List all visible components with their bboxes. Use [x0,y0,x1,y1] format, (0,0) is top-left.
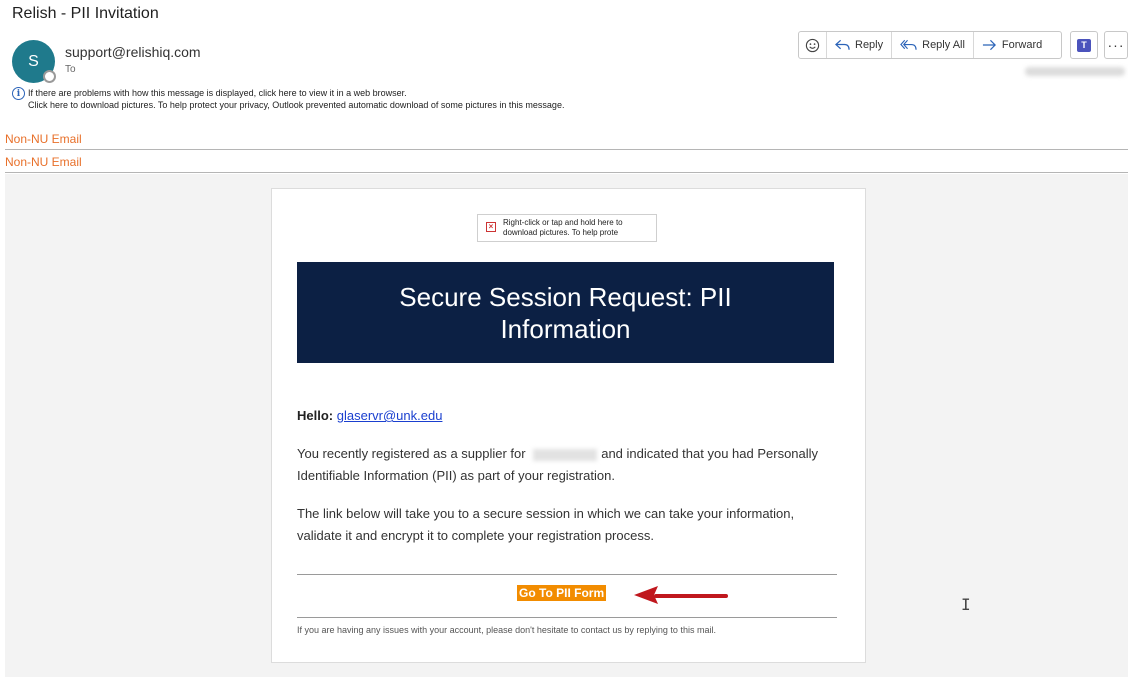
reply-all-label: Reply All [922,39,965,51]
reply-button[interactable]: Reply [827,32,893,58]
more-options-icon: ··· [1107,37,1125,53]
avatar-initial: S [28,52,39,70]
forward-arrow-icon [982,39,996,51]
secure-session-paragraph: The link below will take you to a secure… [297,506,795,543]
red-arrow-icon [634,586,728,604]
forward-button[interactable]: Forward [974,32,1050,58]
registration-paragraph: You recently registered as a supplier fo… [297,443,837,487]
reply-all-icon [900,39,917,50]
external-email-banner: Non-NU Email [5,155,82,169]
hero-title: Secure Session Request: PII Information [399,281,732,344]
blocked-image-placeholder[interactable]: × Right-click or tap and hold here to do… [477,214,657,242]
support-footer-text: If you are having any issues with your a… [297,625,716,635]
external-email-banner: Non-NU Email [5,132,82,146]
broken-image-icon: × [486,222,496,232]
paragraph-text-start: You recently registered as a supplier fo… [297,446,530,461]
download-pictures-notice[interactable]: Click here to download pictures. To help… [28,100,564,110]
recipient-email-link[interactable]: glaservr@unk.edu [337,408,443,423]
hero-banner: Secure Session Request: PII Information [297,262,834,363]
sender-address[interactable]: support@relishiq.com [65,44,201,60]
redacted-company-name [533,448,598,461]
reply-label: Reply [855,39,884,51]
presence-status-icon [43,70,56,83]
more-actions-button[interactable]: ··· [1104,31,1128,59]
message-actions-toolbar: Reply Reply All Forward [798,31,1062,59]
teams-button[interactable]: T [1070,31,1098,59]
teams-icon: T [1077,38,1091,52]
blurred-timestamp [1025,67,1125,76]
info-icon: i [12,87,25,100]
view-in-browser-notice[interactable]: If there are problems with how this mess… [28,88,407,98]
smiley-icon [805,38,820,52]
pii-form-button[interactable]: Go To PII Form [517,585,607,601]
forward-label: Forward [1001,39,1043,51]
cta-bottom-divider [297,617,837,618]
text-cursor-icon: I [961,595,971,614]
email-subject: Relish - PII Invitation [12,5,159,22]
blocked-image-text: Right-click or tap and hold here to down… [503,218,623,237]
cta-top-divider [297,574,837,575]
greeting: Hello: glaservr@unk.edu [297,408,442,423]
reply-all-button[interactable]: Reply All [892,32,974,58]
to-label: To [65,64,76,75]
emoji-react-button[interactable] [799,32,827,58]
greeting-label: Hello: [297,408,334,423]
banner-divider [5,149,1128,150]
banner-divider [5,172,1128,173]
reply-icon [835,39,850,50]
